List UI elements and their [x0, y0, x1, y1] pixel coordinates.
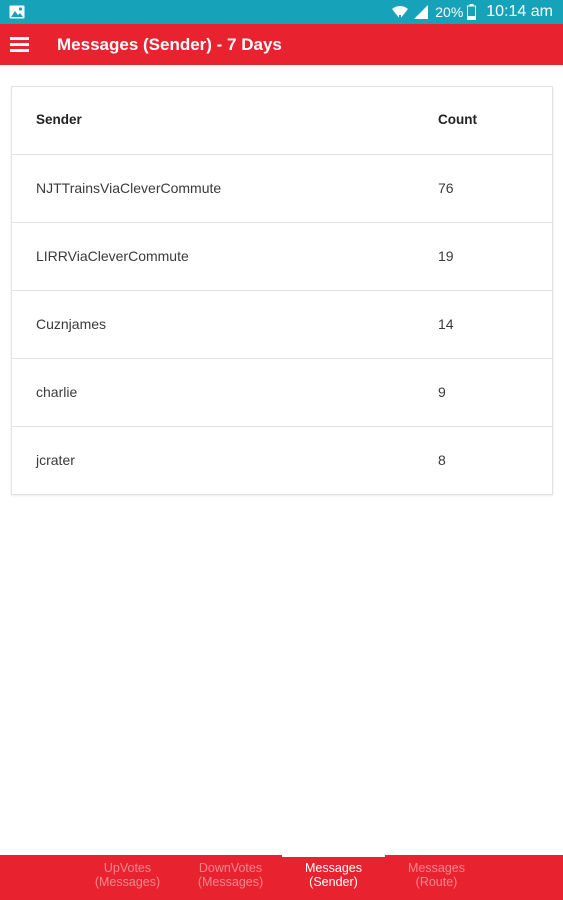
image-icon: [9, 5, 25, 19]
bottom-navigation: UpVotes (Messages) DownVotes (Messages) …: [0, 855, 563, 900]
status-bar: 20% 10:14 am: [0, 0, 563, 24]
sender-cell: NJTTrainsViaCleverCommute: [36, 180, 222, 196]
clock-time: 10:14 am: [486, 3, 553, 20]
sender-cell: charlie: [36, 384, 78, 400]
sender-cell: LIRRViaCleverCommute: [36, 248, 189, 264]
table-header-row: Sender Count: [12, 87, 552, 155]
tab-label-line2: (Messages): [94, 875, 161, 889]
count-cell: 76: [438, 180, 454, 196]
hamburger-menu-icon[interactable]: [10, 37, 29, 52]
tab-downvotes-messages[interactable]: DownVotes (Messages): [179, 855, 282, 900]
tab-label-line2: (Route): [415, 875, 458, 889]
count-cell: 9: [438, 384, 446, 400]
tab-messages-sender[interactable]: Messages (Sender): [282, 855, 385, 900]
signal-icon: [414, 5, 429, 19]
tab-label-line1: Messages: [408, 861, 465, 875]
app-bar: Messages (Sender) - 7 Days: [0, 24, 563, 65]
table-row[interactable]: jcrater 8: [12, 427, 552, 495]
tab-label-line1: UpVotes: [103, 861, 152, 875]
tab-upvotes-messages[interactable]: UpVotes (Messages): [76, 855, 179, 900]
table-row[interactable]: Cuznjames 14: [12, 291, 552, 359]
table-row[interactable]: NJTTrainsViaCleverCommute 76: [12, 155, 552, 223]
tab-label-line2: (Sender): [309, 875, 358, 889]
page-title: Messages (Sender) - 7 Days: [57, 35, 282, 54]
sender-table: Sender Count NJTTrainsViaCleverCommute 7…: [11, 86, 553, 495]
sender-cell: jcrater: [36, 452, 75, 468]
column-header-sender[interactable]: Sender: [36, 87, 82, 155]
battery-icon: [467, 4, 477, 20]
count-cell: 19: [438, 248, 454, 264]
tab-label-line2: (Messages): [197, 875, 264, 889]
sender-cell: Cuznjames: [36, 316, 107, 332]
tab-label-line1: DownVotes: [198, 861, 263, 875]
tab-label-line1: Messages: [305, 861, 362, 875]
status-indicators: 20% 10:14 am: [391, 0, 553, 24]
table-row[interactable]: LIRRViaCleverCommute 19: [12, 223, 552, 291]
wifi-icon: [392, 5, 409, 19]
count-cell: 8: [438, 452, 446, 468]
tab-messages-route[interactable]: Messages (Route): [385, 855, 488, 900]
battery-percent: 20%: [435, 4, 464, 20]
active-tab-indicator: [282, 855, 385, 857]
count-cell: 14: [438, 316, 454, 332]
column-header-count[interactable]: Count: [438, 87, 477, 155]
table-row[interactable]: charlie 9: [12, 359, 552, 427]
